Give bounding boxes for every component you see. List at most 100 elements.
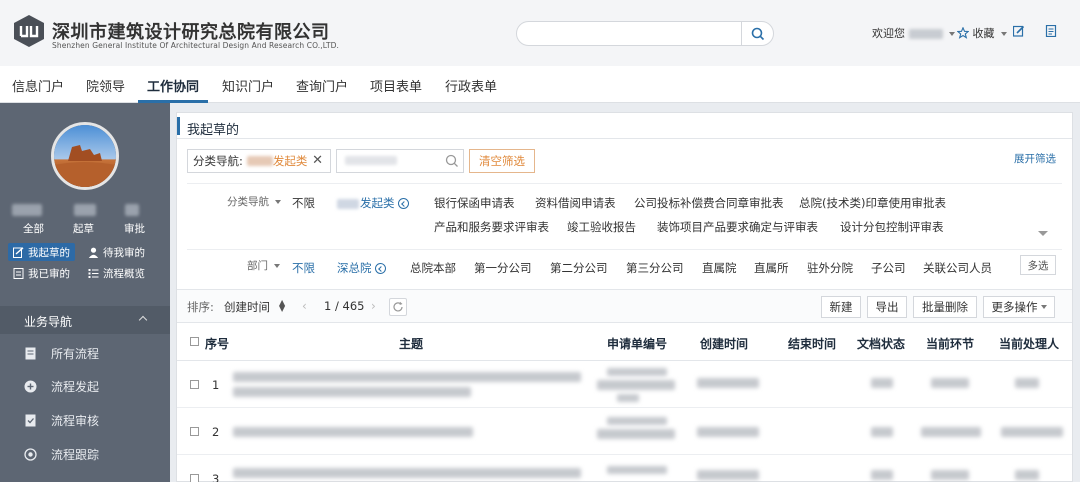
category-item[interactable]: 公司投标补偿费合同章审批表 [634, 195, 784, 211]
org-name-en: Shenzhen General Institute Of Architectu… [52, 41, 340, 50]
row-created-time-redacted [697, 378, 759, 388]
stat-label-all[interactable]: 全部 [23, 221, 44, 236]
export-button[interactable]: 导出 [867, 296, 907, 318]
department-item[interactable]: 驻外分院 [807, 260, 853, 276]
quick-reviewed[interactable]: 我已审的 [13, 264, 70, 282]
department-item[interactable]: 直属所 [754, 260, 789, 276]
department-item[interactable]: 第二分公司 [550, 260, 608, 276]
category-unlimited[interactable]: 不限 [292, 195, 315, 211]
welcome-text: 欢迎您 [872, 27, 905, 40]
col-request-number[interactable]: 申请单编号 [607, 335, 667, 352]
nav-query-portal[interactable]: 查询门户 [296, 76, 348, 95]
nav-leadership[interactable]: 院领导 [86, 76, 125, 95]
sidebar-item-start-process[interactable]: 流程发起 [24, 378, 99, 395]
stat-label-draft[interactable]: 起草 [73, 221, 94, 236]
row-checkbox[interactable] [190, 427, 199, 436]
col-subject[interactable]: 主题 [399, 335, 423, 352]
row-request-number-redacted [597, 380, 675, 390]
filter-search-input[interactable] [336, 149, 464, 173]
sidebar-item-all-processes[interactable]: 所有流程 [24, 345, 99, 362]
quick-my-drafts[interactable]: 我起草的 [8, 243, 75, 261]
row-subject-redacted [233, 427, 473, 437]
select-all-checkbox[interactable] [190, 337, 199, 346]
chip-value-redacted [246, 156, 273, 166]
welcome-user[interactable]: 欢迎您 [872, 25, 955, 41]
avatar[interactable] [51, 122, 119, 190]
col-doc-status[interactable]: 文档状态 [857, 335, 905, 352]
col-index[interactable]: 序号 [205, 335, 229, 352]
row-index: 1 [212, 378, 220, 392]
next-page-icon[interactable]: › [371, 299, 376, 313]
col-created-time[interactable]: 创建时间 [700, 335, 748, 352]
category-item[interactable]: 产品和服务要求评审表 [434, 219, 549, 235]
row-current-step-redacted [921, 427, 981, 437]
sort-order-icon[interactable]: ▲ ▼ [279, 299, 285, 313]
sort-field-select[interactable]: 创建时间 [224, 299, 270, 315]
row-checkbox[interactable] [190, 474, 199, 482]
category-item[interactable]: 总院(技术类)印章使用审批表 [799, 195, 946, 211]
clear-filter-button[interactable]: 清空筛选 [469, 149, 535, 173]
batch-delete-button[interactable]: 批量删除 [913, 296, 977, 318]
department-item[interactable]: 直属院 [702, 260, 737, 276]
refresh-button[interactable] [389, 298, 407, 316]
row-doc-status-redacted [871, 470, 893, 480]
search-button[interactable] [741, 22, 773, 45]
col-end-time[interactable]: 结束时间 [788, 335, 836, 352]
multi-select-button[interactable]: 多选 [1020, 255, 1056, 275]
file-icon [25, 347, 36, 360]
nav-admin-forms[interactable]: 行政表单 [445, 76, 497, 95]
category-item[interactable]: 银行保函申请表 [434, 195, 515, 211]
nav-project-forms[interactable]: 项目表单 [370, 76, 422, 95]
document-icon[interactable] [1045, 25, 1057, 37]
col-current-handler[interactable]: 当前处理人 [999, 335, 1059, 352]
global-search-input[interactable] [527, 25, 737, 43]
col-current-step[interactable]: 当前环节 [926, 335, 974, 352]
category-item[interactable]: 竣工验收报告 [567, 219, 636, 235]
department-item[interactable]: 关联公司人员 [923, 260, 992, 276]
category-item[interactable]: 装饰项目产品要求确定与评审表 [657, 219, 818, 235]
sidebar-item-track-process[interactable]: 流程跟踪 [24, 446, 99, 463]
business-nav-header[interactable]: 业务导航 [0, 306, 170, 334]
table-row[interactable]: 3 [177, 456, 1072, 482]
chevron-down-icon [1001, 32, 1007, 36]
content-panel: 我起草的 分类导航: 发起类 ✕ 清空筛选 展开筛选 分类导航 不限 发起类 银… [176, 112, 1073, 482]
row-current-handler-redacted [1015, 378, 1039, 388]
category-filter-chip[interactable]: 分类导航: 发起类 ✕ [187, 149, 331, 173]
list-icon [88, 268, 99, 278]
review-doc-icon [25, 414, 36, 427]
prev-page-icon[interactable]: ‹ [302, 299, 307, 313]
search-icon[interactable] [445, 154, 459, 168]
category-nav-label: 分类导航 [227, 194, 282, 209]
chip-prefix: 分类导航: [193, 154, 243, 168]
department-unlimited[interactable]: 不限 [292, 260, 315, 276]
category-selected[interactable]: 发起类 [337, 195, 409, 211]
favorites-menu[interactable]: 收藏 [956, 25, 1007, 41]
department-item[interactable]: 总院本部 [410, 260, 456, 276]
table-row[interactable]: 1 [177, 362, 1072, 408]
category-item[interactable]: 设计分包控制评审表 [840, 219, 944, 235]
table-row[interactable]: 2 [177, 409, 1072, 455]
expand-filter-link[interactable]: 展开筛选 [1014, 151, 1056, 166]
more-actions-button[interactable]: 更多操作 [983, 296, 1055, 318]
quick-process-overview[interactable]: 流程概览 [88, 264, 145, 282]
stat-label-approve[interactable]: 审批 [124, 221, 145, 236]
department-selected[interactable]: 深总院 [337, 260, 386, 276]
nav-work-collaboration[interactable]: 工作协同 [147, 76, 199, 95]
nav-knowledge-portal[interactable]: 知识门户 [222, 76, 274, 95]
new-button[interactable]: 新建 [821, 296, 861, 318]
row-request-number-redacted [607, 368, 667, 376]
category-item[interactable]: 资料借阅申请表 [535, 195, 616, 211]
sidebar-item-review-process[interactable]: 流程审核 [24, 412, 99, 429]
department-item[interactable]: 子公司 [871, 260, 906, 276]
arrow-left-circle-icon [374, 263, 386, 274]
user-name-redacted [908, 29, 943, 39]
quick-pending-review[interactable]: 待我审的 [88, 243, 145, 261]
close-icon[interactable]: ✕ [312, 153, 323, 168]
row-doc-status-redacted [871, 378, 893, 388]
nav-info-portal[interactable]: 信息门户 [12, 76, 64, 95]
expand-categories-icon[interactable] [1038, 231, 1048, 236]
row-checkbox[interactable] [190, 380, 199, 389]
department-item[interactable]: 第一分公司 [474, 260, 532, 276]
department-item[interactable]: 第三分公司 [626, 260, 684, 276]
edit-icon[interactable] [1013, 25, 1025, 37]
